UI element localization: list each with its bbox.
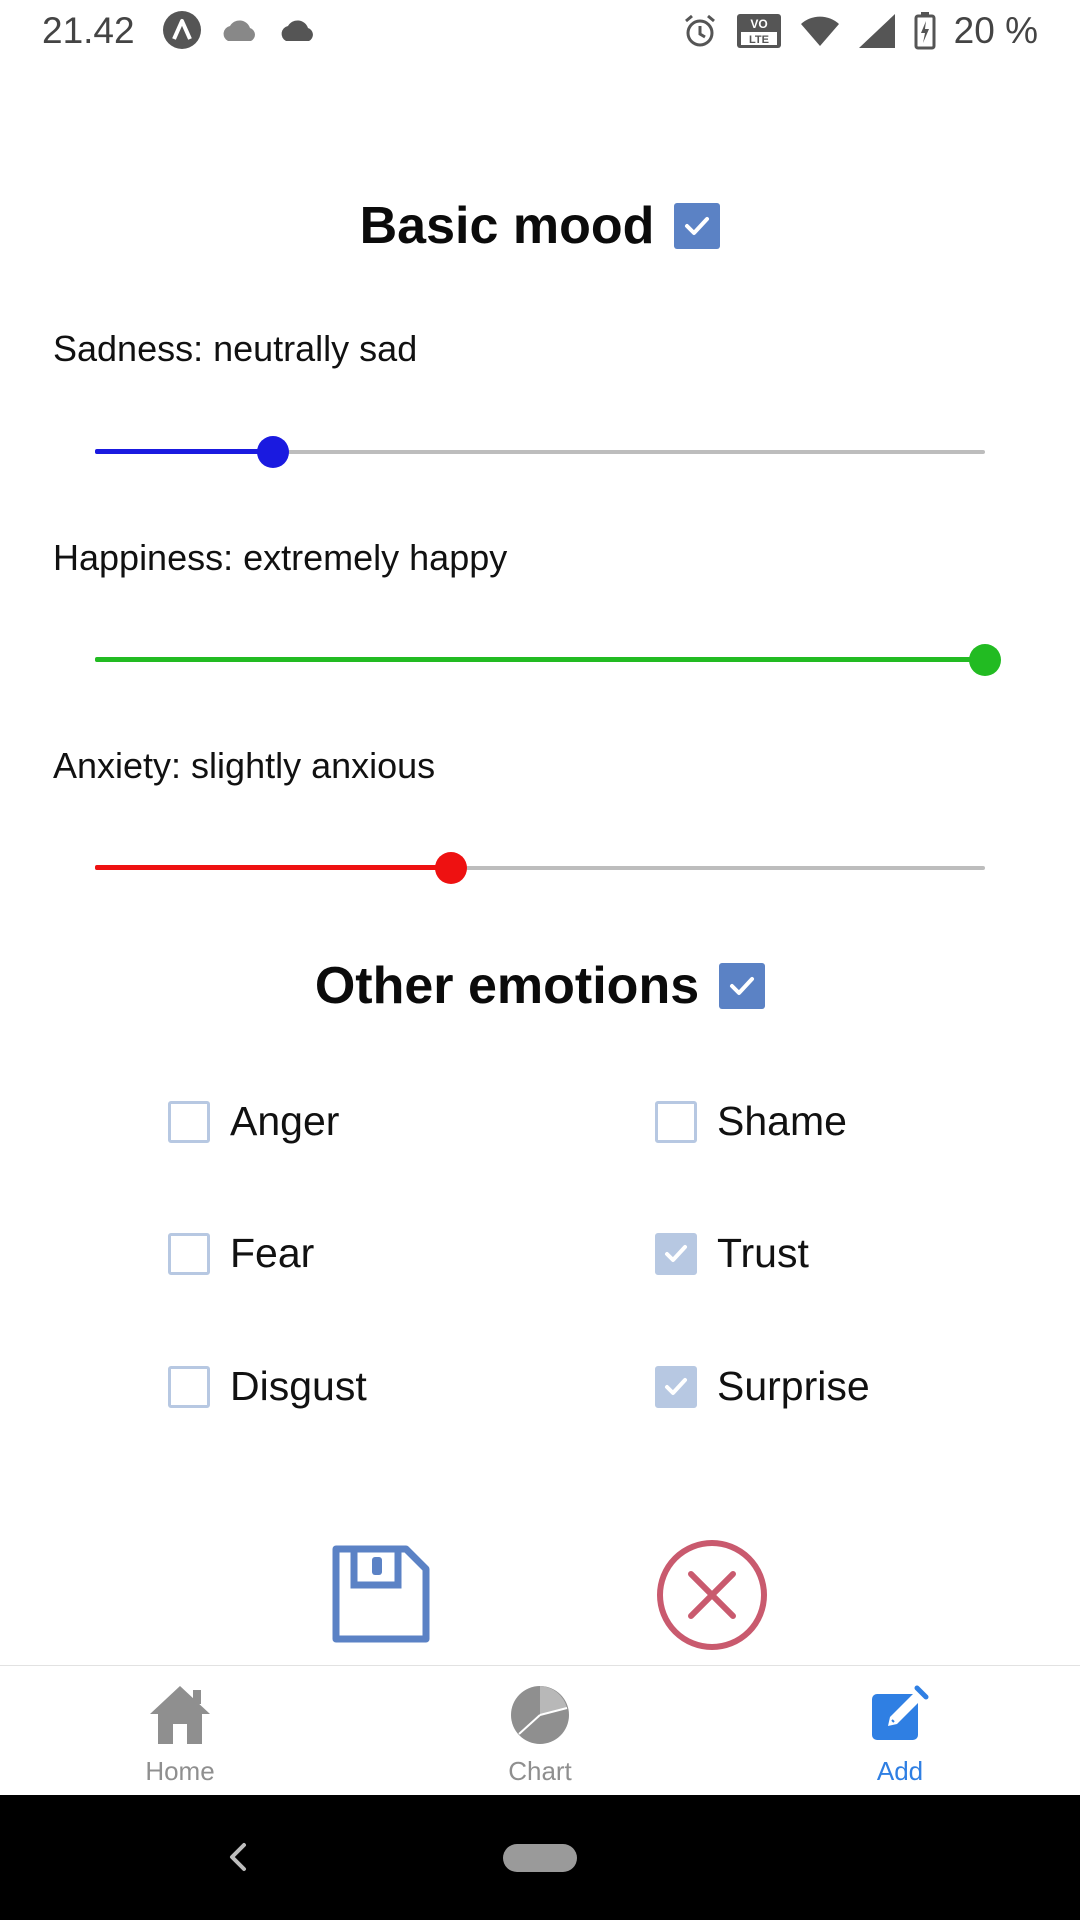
anxiety-label: Anxiety: slightly anxious xyxy=(53,745,436,786)
happiness-label: Happiness: extremely happy xyxy=(53,537,508,578)
sadness-label: Sadness: neutrally sad xyxy=(53,328,418,369)
emotion-fear[interactable]: Fear xyxy=(168,1230,314,1277)
nav-home[interactable]: Home xyxy=(80,1666,280,1796)
check-icon xyxy=(685,217,710,235)
emotion-label: Trust xyxy=(717,1230,809,1276)
emotion-checkbox[interactable] xyxy=(168,1232,210,1275)
check-icon xyxy=(665,1244,687,1262)
happiness-slider[interactable] xyxy=(95,640,1001,680)
emotion-disgust[interactable]: Disgust xyxy=(168,1363,367,1410)
cancel-button[interactable] xyxy=(655,1538,769,1652)
home-pill-button[interactable] xyxy=(503,1844,577,1872)
nav-add[interactable]: Add xyxy=(800,1666,1000,1796)
anxiety-slider[interactable] xyxy=(95,848,985,888)
svg-text:LTE: LTE xyxy=(749,34,769,46)
emotion-label: Disgust xyxy=(230,1363,367,1409)
battery-charging-icon xyxy=(914,12,936,50)
basic-mood-checkbox[interactable] xyxy=(674,203,721,249)
bottom-navigation: Home Chart Add xyxy=(0,1665,1080,1796)
alarm-icon xyxy=(682,13,718,49)
nav-chart[interactable]: Chart xyxy=(440,1666,640,1796)
basic-mood-title: Basic mood xyxy=(359,197,655,255)
signal-icon xyxy=(858,13,896,49)
cloud-gray-icon xyxy=(220,15,260,45)
emotion-shame[interactable]: Shame xyxy=(655,1098,847,1145)
slider-fill xyxy=(95,449,273,454)
slider-fill xyxy=(95,657,985,662)
emotion-label: Fear xyxy=(230,1230,315,1276)
emotion-label: Surprise xyxy=(717,1363,870,1409)
pie-chart-icon xyxy=(509,1680,571,1750)
emotion-anger[interactable]: Anger xyxy=(168,1098,339,1145)
emotion-surprise[interactable]: Surprise xyxy=(655,1363,870,1410)
emotion-checkbox[interactable] xyxy=(168,1365,210,1408)
check-icon xyxy=(730,977,755,995)
basic-mood-header: Basic mood xyxy=(0,196,1080,256)
emotion-checkbox[interactable] xyxy=(655,1100,697,1143)
nav-label: Add xyxy=(876,1756,924,1786)
close-circle-icon xyxy=(657,1540,767,1650)
emotion-checkbox[interactable] xyxy=(655,1365,697,1408)
sadness-slider[interactable] xyxy=(95,432,985,472)
floppy-disk-icon xyxy=(332,1545,430,1643)
nav-label: Home xyxy=(145,1756,215,1786)
emotion-checkbox[interactable] xyxy=(168,1100,210,1143)
home-icon xyxy=(148,1680,212,1750)
volte-icon: VO LTE xyxy=(736,13,782,49)
slider-thumb[interactable] xyxy=(257,436,289,468)
emotion-label: Anger xyxy=(230,1098,340,1144)
battery-percent: 20 % xyxy=(953,10,1038,51)
app-a-icon xyxy=(162,10,202,50)
other-emotions-header: Other emotions xyxy=(0,956,1080,1016)
nav-label: Chart xyxy=(508,1756,572,1786)
slider-thumb[interactable] xyxy=(435,852,467,884)
cloud-dark-icon xyxy=(278,15,318,45)
check-icon xyxy=(665,1377,687,1395)
save-button[interactable] xyxy=(325,1540,435,1650)
slider-fill xyxy=(95,865,451,870)
edit-icon xyxy=(870,1680,930,1750)
svg-text:VO: VO xyxy=(750,17,767,31)
emotion-checkbox[interactable] xyxy=(655,1232,697,1275)
emotion-label: Shame xyxy=(717,1098,847,1144)
status-time: 21.42 xyxy=(42,10,135,51)
emotion-trust[interactable]: Trust xyxy=(655,1230,809,1277)
wifi-icon xyxy=(800,15,840,47)
back-icon[interactable] xyxy=(216,1827,256,1887)
other-emotions-checkbox[interactable] xyxy=(719,963,766,1009)
slider-thumb[interactable] xyxy=(969,644,1001,676)
status-bar: 21.42 VO LTE 20 % xyxy=(0,0,1080,64)
other-emotions-title: Other emotions xyxy=(314,957,700,1015)
